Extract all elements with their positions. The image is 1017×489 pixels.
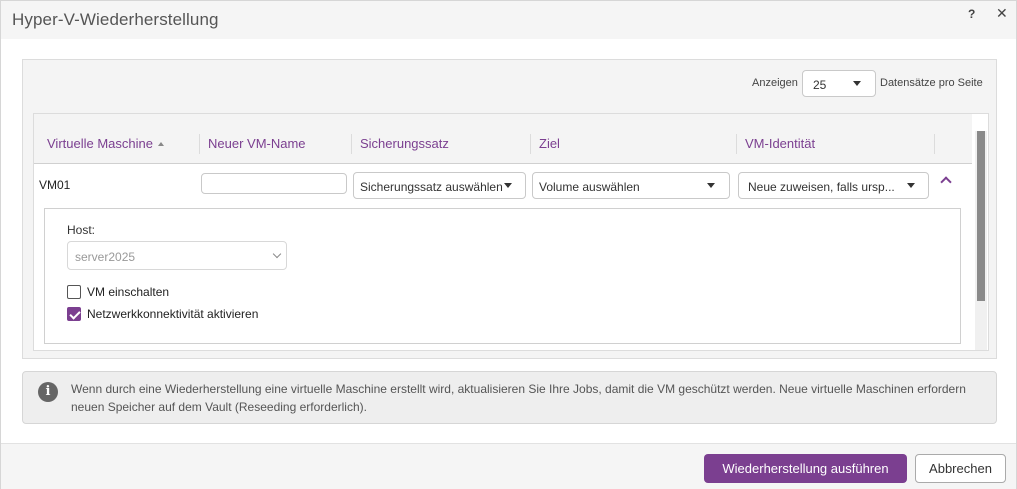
new-vm-name-input[interactable] (201, 173, 347, 194)
sort-asc-icon (157, 142, 164, 146)
column-divider (736, 134, 737, 154)
scrollbar-thumb[interactable] (977, 131, 985, 301)
caret-down-icon (853, 81, 861, 86)
table-row: VM01 Sicherungssatz auswählen Volume aus… (34, 164, 972, 208)
vm-table: Virtuelle Maschine Neuer VM-Name Sicheru… (33, 113, 989, 351)
target-volume-value: Volume auswählen (539, 180, 640, 194)
vm-name-cell: VM01 (39, 178, 71, 192)
dialog-titlebar: Hyper-V-Wiederherstellung ? ✕ (1, 1, 1016, 39)
info-banner: i Wenn durch eine Wiederherstellung eine… (22, 371, 997, 424)
dialog-title: Hyper-V-Wiederherstellung (12, 10, 219, 29)
dialog-footer: Wiederherstellung ausführen Abbrechen (1, 443, 1016, 489)
caret-down-icon (707, 183, 715, 188)
row-detail-panel: Host: server2025 VM einschalten Netzwerk… (44, 208, 961, 344)
records-per-page-value: 25 (813, 78, 827, 92)
column-divider (351, 134, 352, 154)
info-text: Wenn durch eine Wiederherstellung eine v… (71, 382, 966, 414)
caret-down-icon (504, 183, 512, 188)
vm-selection-panel: Anzeigen 25 Datensätze pro Seite Virtuel… (22, 59, 997, 359)
chevron-down-icon (272, 249, 282, 259)
power-on-checkbox[interactable] (67, 285, 81, 299)
caret-down-icon (907, 183, 915, 188)
target-volume-select[interactable]: Volume auswählen (532, 172, 730, 199)
column-divider (934, 134, 935, 154)
column-header-identity[interactable]: VM-Identität (745, 136, 815, 151)
backup-set-select[interactable]: Sicherungssatz auswählen (353, 172, 526, 199)
info-icon: i (38, 382, 58, 402)
hyperv-restore-dialog: Hyper-V-Wiederherstellung ? ✕ Anzeigen 2… (0, 0, 1017, 489)
column-header-new-name[interactable]: Neuer VM-Name (208, 136, 306, 151)
column-header-backup-set[interactable]: Sicherungssatz (360, 136, 449, 151)
column-header-vm[interactable]: Virtuelle Maschine (47, 136, 164, 151)
help-icon[interactable]: ? (968, 7, 975, 21)
collapse-row-chevron-up-icon[interactable] (940, 176, 952, 188)
backup-set-value: Sicherungssatz auswählen (360, 180, 503, 194)
power-on-label: VM einschalten (87, 285, 170, 299)
run-restore-button[interactable]: Wiederherstellung ausführen (704, 454, 907, 483)
column-divider (199, 134, 200, 154)
paging-suffix-label: Datensätze pro Seite (880, 77, 983, 89)
table-scrollbar[interactable] (975, 131, 987, 350)
column-header-target[interactable]: Ziel (539, 136, 560, 151)
host-value: server2025 (75, 250, 136, 264)
network-connectivity-label: Netzwerkkonnektivität aktivieren (87, 307, 259, 321)
close-icon[interactable]: ✕ (996, 5, 1008, 22)
table-header: Virtuelle Maschine Neuer VM-Name Sicheru… (34, 114, 972, 164)
host-select[interactable]: server2025 (67, 241, 287, 270)
cancel-button[interactable]: Abbrechen (915, 454, 1006, 483)
vm-identity-select[interactable]: Neue zuweisen, falls ursp... (738, 172, 929, 199)
paging-prefix-label: Anzeigen (752, 77, 798, 89)
column-divider (530, 134, 531, 154)
network-connectivity-checkbox[interactable] (67, 307, 81, 321)
vm-identity-value: Neue zuweisen, falls ursp... (748, 180, 895, 194)
records-per-page-select[interactable]: 25 (802, 70, 876, 97)
host-label: Host: (67, 223, 96, 237)
